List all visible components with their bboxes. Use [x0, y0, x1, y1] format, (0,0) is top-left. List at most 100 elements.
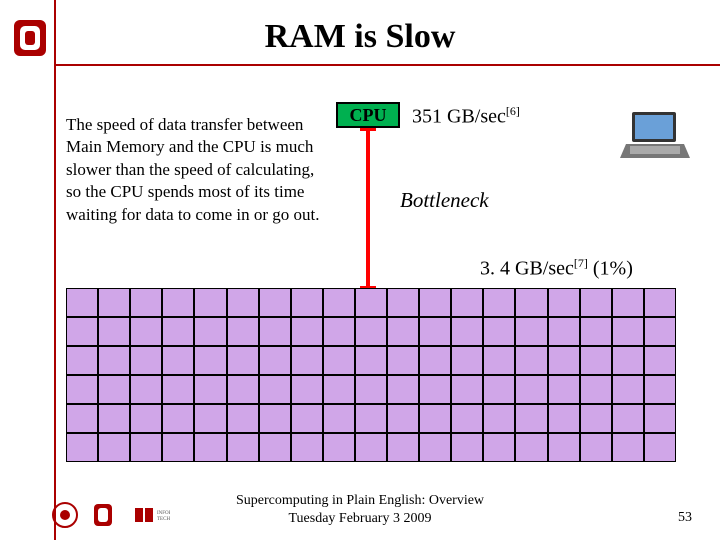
memory-cell: [162, 375, 194, 404]
memory-cell: [612, 317, 644, 346]
memory-cell: [162, 346, 194, 375]
memory-cell: [194, 433, 226, 462]
memory-cell: [194, 375, 226, 404]
memory-cell: [291, 346, 323, 375]
memory-cell: [387, 346, 419, 375]
memory-cell: [323, 288, 355, 317]
memory-cell: [451, 375, 483, 404]
memory-cell: [612, 346, 644, 375]
memory-cell: [644, 433, 676, 462]
memory-cell: [612, 375, 644, 404]
memory-cell: [66, 317, 98, 346]
memory-cell: [387, 404, 419, 433]
memory-cell: [387, 317, 419, 346]
memory-cell: [355, 375, 387, 404]
memory-cell: [515, 375, 547, 404]
footer-line2: Tuesday February 3 2009: [289, 511, 432, 526]
rule-vertical: [54, 0, 56, 540]
memory-cell: [387, 375, 419, 404]
memory-cell: [548, 346, 580, 375]
memory-cell: [355, 288, 387, 317]
memory-cell: [644, 346, 676, 375]
memory-cell: [548, 375, 580, 404]
memory-cell: [98, 288, 130, 317]
memory-cell: [451, 288, 483, 317]
memory-cell: [548, 404, 580, 433]
bottleneck-label: Bottleneck: [400, 188, 489, 213]
memory-cell: [644, 288, 676, 317]
memory-cell: [580, 404, 612, 433]
memory-cell: [259, 404, 291, 433]
memory-cell: [548, 288, 580, 317]
memory-cell: [66, 404, 98, 433]
slide-number: 53: [678, 510, 692, 526]
cpu-speed-label: 351 GB/sec[6]: [412, 104, 520, 129]
memory-cell: [130, 288, 162, 317]
memory-cell: [483, 404, 515, 433]
cpu-box: CPU: [336, 102, 400, 128]
memory-cell: [612, 288, 644, 317]
memory-cell: [194, 317, 226, 346]
bottleneck-connector: [366, 128, 370, 288]
memory-cell: [323, 404, 355, 433]
memory-cell: [162, 317, 194, 346]
memory-cell: [387, 288, 419, 317]
memory-cell: [451, 317, 483, 346]
memory-cell: [580, 346, 612, 375]
memory-cell: [194, 404, 226, 433]
ram-speed-value: 3. 4 GB/sec: [480, 258, 574, 280]
footer-text: Supercomputing in Plain English: Overvie…: [0, 492, 720, 528]
memory-cell: [130, 375, 162, 404]
memory-cell: [259, 433, 291, 462]
memory-cell: [323, 433, 355, 462]
slide-title: RAM is Slow: [0, 18, 720, 56]
memory-cell: [483, 346, 515, 375]
memory-cell: [644, 317, 676, 346]
memory-cell: [419, 288, 451, 317]
memory-cell: [515, 288, 547, 317]
memory-cell: [419, 433, 451, 462]
ram-speed-pct: (1%): [593, 258, 633, 280]
memory-cell: [130, 404, 162, 433]
memory-cell: [227, 346, 259, 375]
memory-cell: [580, 433, 612, 462]
memory-cell: [515, 346, 547, 375]
ram-speed-label: 3. 4 GB/sec[7] (1%): [480, 256, 633, 281]
memory-cell: [194, 346, 226, 375]
memory-cell: [162, 433, 194, 462]
memory-cell: [291, 433, 323, 462]
memory-cell: [612, 404, 644, 433]
memory-cell: [515, 433, 547, 462]
memory-cell: [355, 433, 387, 462]
memory-cell: [515, 317, 547, 346]
memory-cell: [227, 288, 259, 317]
memory-cell: [451, 404, 483, 433]
memory-cell: [612, 433, 644, 462]
memory-cell: [194, 288, 226, 317]
memory-cell: [580, 317, 612, 346]
memory-cell: [451, 433, 483, 462]
memory-cell: [483, 375, 515, 404]
memory-cell: [227, 404, 259, 433]
memory-cell: [644, 375, 676, 404]
cpu-speed-value: 351 GB/sec: [412, 106, 506, 128]
memory-cell: [323, 375, 355, 404]
memory-cell: [98, 317, 130, 346]
memory-cell: [644, 404, 676, 433]
memory-cell: [227, 317, 259, 346]
memory-cell: [355, 346, 387, 375]
memory-cell: [130, 433, 162, 462]
memory-cell: [66, 346, 98, 375]
memory-cell: [259, 317, 291, 346]
memory-cell: [355, 317, 387, 346]
footer-line1: Supercomputing in Plain English: Overvie…: [236, 493, 484, 508]
memory-cell: [98, 375, 130, 404]
memory-cell: [355, 404, 387, 433]
memory-cell: [580, 288, 612, 317]
memory-cell: [548, 433, 580, 462]
memory-cell: [515, 404, 547, 433]
memory-cell: [130, 346, 162, 375]
memory-cell: [419, 404, 451, 433]
rule-horizontal: [54, 64, 720, 66]
memory-cell: [580, 375, 612, 404]
